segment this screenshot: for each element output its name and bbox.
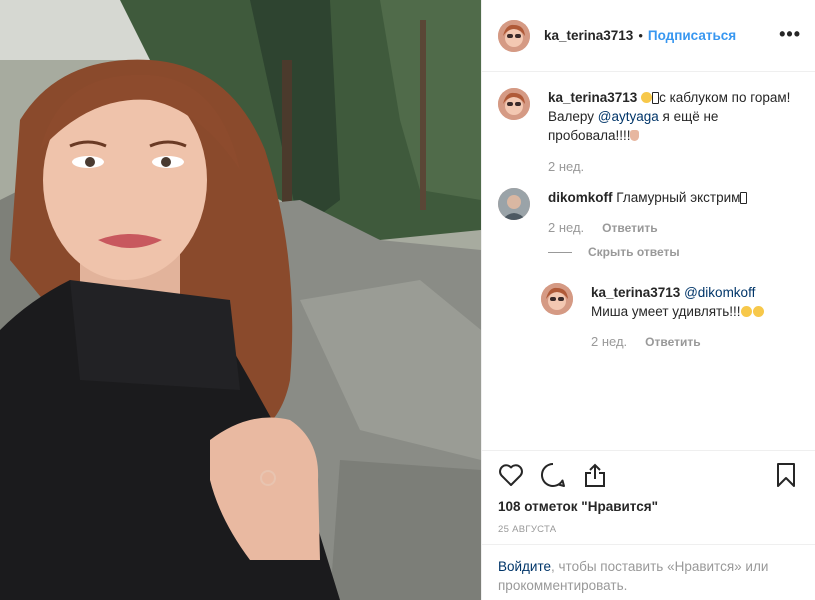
missing-glyph-icon: [652, 92, 660, 104]
instagram-post: ka_terina3713 • Подписаться ••• ka_terin…: [0, 0, 815, 600]
post-actions: 108 отметок "Нравится" 25 АВГУСТА: [482, 450, 815, 535]
commenter-avatar[interactable]: [498, 188, 530, 220]
author-avatar[interactable]: [498, 19, 530, 52]
smile-emoji-icon: [641, 92, 653, 103]
hide-replies-button[interactable]: Скрыть ответы: [548, 245, 799, 259]
author-avatar[interactable]: [541, 283, 573, 315]
post-date[interactable]: 25 АВГУСТА: [498, 524, 799, 535]
likes-count[interactable]: 108 отметок "Нравится": [498, 499, 799, 514]
post-sidebar: ka_terina3713 • Подписаться ••• ka_terin…: [481, 0, 815, 600]
hand-emoji-icon: [630, 130, 640, 141]
comment-text: dikomkoff Гламурный экстрим: [548, 188, 799, 207]
mention-link[interactable]: @aytyaga: [598, 109, 659, 124]
separator-dot: •: [638, 28, 643, 43]
missing-glyph-icon: [740, 192, 748, 204]
comment-icon[interactable]: [540, 462, 566, 488]
selfie-photo: [0, 0, 481, 600]
reply-item: ka_terina3713 @dikomkoff Миша умеет удив…: [541, 283, 799, 349]
reply-button[interactable]: Ответить: [645, 335, 700, 349]
reply-meta: 2 нед. Ответить: [591, 334, 799, 349]
divider-line: [548, 251, 572, 253]
reply-username[interactable]: ka_terina3713: [591, 285, 680, 300]
comment-username[interactable]: ka_terina3713: [548, 90, 637, 105]
smile-emoji-icon: [752, 306, 764, 317]
heart-icon[interactable]: [498, 462, 524, 488]
post-header: ka_terina3713 • Подписаться •••: [482, 0, 815, 72]
more-options-icon[interactable]: •••: [779, 24, 801, 45]
smile-emoji-icon: [740, 306, 752, 317]
reply-body: Миша умеет удивлять!!!: [591, 304, 741, 319]
comment-item: dikomkoff Гламурный экстрим 2 нед. Ответ…: [498, 188, 799, 235]
comment-time[interactable]: 2 нед.: [548, 159, 584, 174]
login-prompt: Войдите, чтобы поставить «Нравится» или …: [482, 544, 815, 600]
login-link[interactable]: Войдите: [498, 559, 551, 574]
comment-meta: 2 нед. Ответить: [548, 220, 799, 235]
comment-time[interactable]: 2 нед.: [548, 220, 584, 235]
comment-username[interactable]: dikomkoff: [548, 190, 613, 205]
reply-text: ka_terina3713 @dikomkoff Миша умеет удив…: [591, 283, 799, 321]
post-photo[interactable]: [0, 0, 481, 600]
reply-button[interactable]: Ответить: [602, 221, 657, 235]
share-icon[interactable]: [582, 462, 608, 488]
reply-time[interactable]: 2 нед.: [591, 334, 627, 349]
bookmark-icon[interactable]: [773, 462, 799, 488]
author-username[interactable]: ka_terina3713: [544, 28, 633, 43]
author-avatar[interactable]: [498, 88, 530, 120]
mention-link[interactable]: @dikomkoff: [684, 285, 755, 300]
hide-replies-label: Скрыть ответы: [588, 245, 680, 259]
comment-text: ka_terina3713 с каблуком по горам! Валер…: [548, 88, 799, 145]
follow-button[interactable]: Подписаться: [648, 28, 736, 43]
comments-list: ka_terina3713 с каблуком по горам! Валер…: [482, 72, 815, 450]
comment-meta: 2 нед.: [548, 159, 799, 174]
comment-body: Гламурный экстрим: [616, 190, 741, 205]
comment-caption: ka_terina3713 с каблуком по горам! Валер…: [498, 88, 799, 174]
action-icons: [498, 451, 799, 499]
